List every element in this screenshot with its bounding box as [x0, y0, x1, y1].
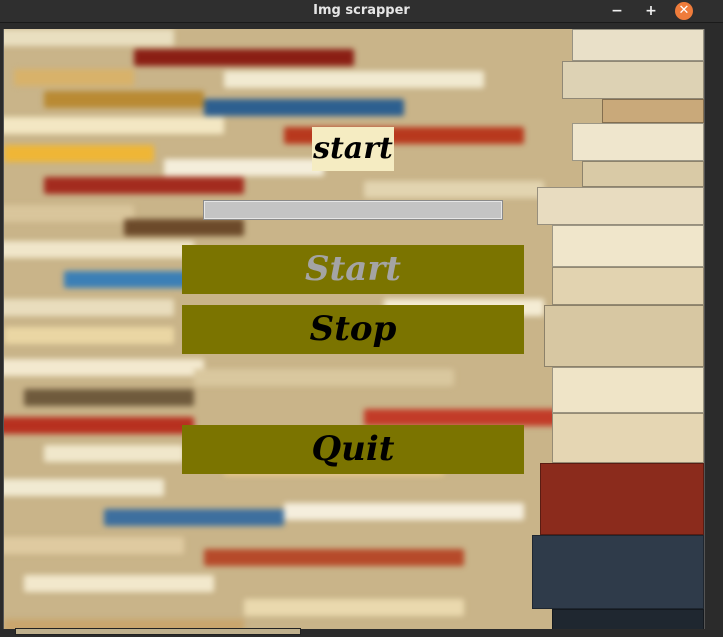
close-button[interactable]: ✕	[675, 2, 693, 20]
book-stack-image	[532, 29, 704, 629]
app-window: Img scrapper − + ✕ start Start Stop Quit	[0, 0, 723, 637]
minimize-button[interactable]: −	[608, 2, 626, 20]
progress-bar	[203, 200, 503, 220]
title-bar[interactable]: Img scrapper − + ✕	[0, 0, 723, 23]
stop-button[interactable]: Stop	[182, 305, 524, 354]
maximize-button[interactable]: +	[642, 2, 660, 20]
bottom-scrollbar[interactable]	[15, 628, 301, 635]
start-button[interactable]: Start	[182, 245, 524, 294]
quit-button[interactable]: Quit	[182, 425, 524, 474]
status-label: start	[312, 127, 394, 171]
